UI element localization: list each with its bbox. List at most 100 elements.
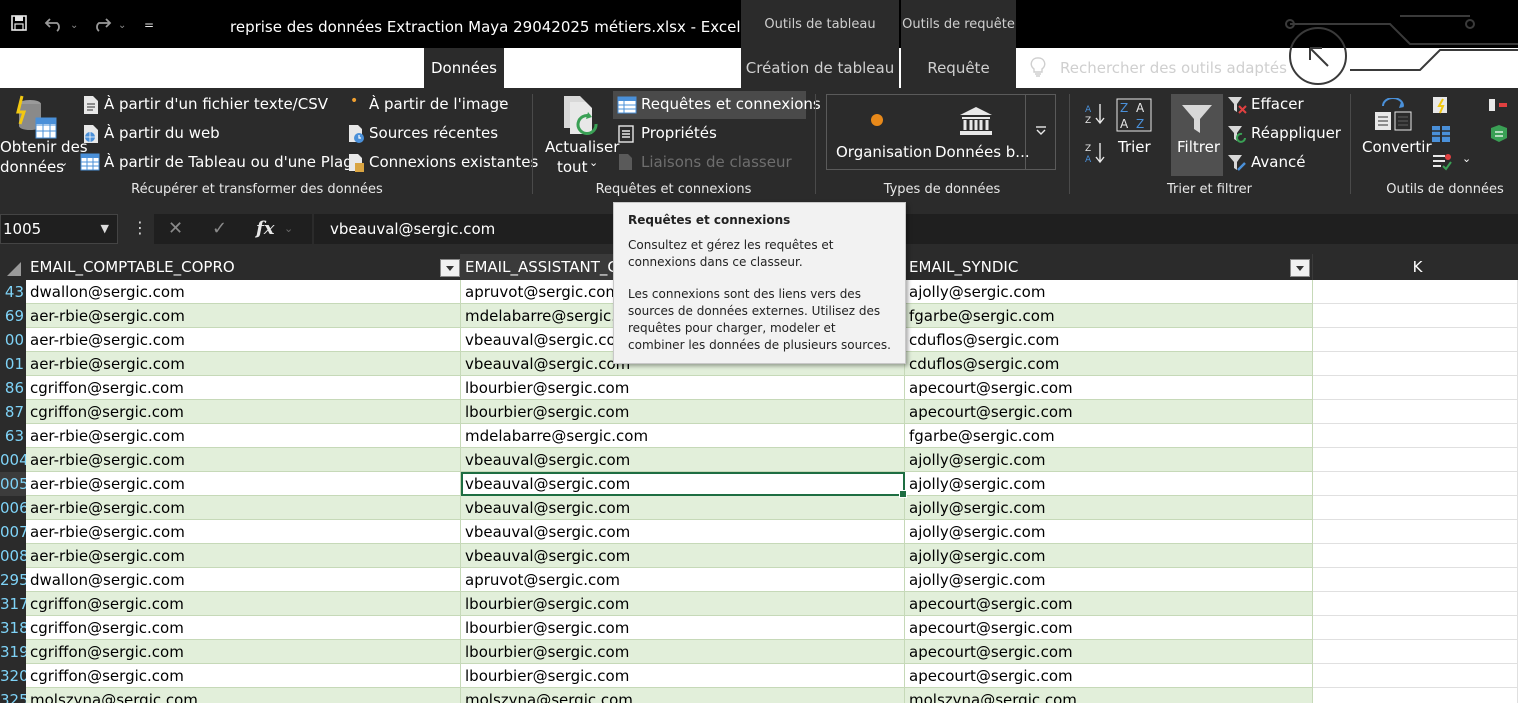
empty-cell[interactable]	[1313, 280, 1518, 304]
table-cell[interactable]: aer-rbie@sergic.com	[26, 544, 461, 568]
table-cell[interactable]: apruvot@sergic.com	[461, 568, 905, 592]
row-number[interactable]: 295	[0, 568, 26, 592]
tab-aide[interactable]: Aide	[682, 48, 734, 88]
undo-icon[interactable]	[44, 14, 66, 36]
empty-cell[interactable]	[1313, 400, 1518, 424]
tab-insertion[interactable]: Insertion	[140, 48, 214, 88]
table-cell[interactable]: vbeauval@sergic.com	[461, 496, 905, 520]
table-cell[interactable]: fgarbe@sergic.com	[905, 424, 1313, 448]
empty-cell[interactable]	[1313, 448, 1518, 472]
table-cell[interactable]: ajolly@sergic.com	[905, 448, 1313, 472]
row-number[interactable]: 320	[0, 664, 26, 688]
tab-donnees[interactable]: Données	[424, 48, 504, 88]
table-cell[interactable]: apecourt@sergic.com	[905, 592, 1313, 616]
row-number[interactable]: 006	[0, 496, 26, 520]
empty-cell[interactable]	[1313, 352, 1518, 376]
row-number[interactable]: 317	[0, 592, 26, 616]
table-cell[interactable]: cgriffon@sergic.com	[26, 376, 461, 400]
row-number[interactable]: 325	[0, 688, 26, 703]
filter-dropdown-icon[interactable]	[440, 259, 460, 277]
table-cell[interactable]: aer-rbie@sergic.com	[26, 352, 461, 376]
data-validation-icon[interactable]	[1431, 152, 1453, 172]
column-header-email-comptable[interactable]: EMAIL_COMPTABLE_COPRO	[26, 254, 461, 280]
table-cell[interactable]: ajolly@sergic.com	[905, 280, 1313, 304]
table-cell[interactable]: ajolly@sergic.com	[905, 496, 1313, 520]
tab-fichier[interactable]: Fichier	[0, 48, 50, 88]
tab-creation-tableau[interactable]: Création de tableau	[741, 48, 899, 88]
filter-dropdown-icon[interactable]	[1290, 259, 1310, 277]
table-cell[interactable]: vbeauval@sergic.com	[461, 544, 905, 568]
redo-icon[interactable]	[90, 14, 112, 36]
tab-requete[interactable]: Requête	[901, 48, 1016, 88]
name-box-dropdown-icon[interactable]: ▼	[101, 215, 109, 243]
tab-revision[interactable]: Révision	[510, 48, 586, 88]
table-cell[interactable]: apecourt@sergic.com	[905, 664, 1313, 688]
more-options-icon[interactable]: ⋮	[132, 218, 148, 237]
table-cell[interactable]: ajolly@sergic.com	[905, 520, 1313, 544]
table-cell[interactable]: aer-rbie@sergic.com	[26, 328, 461, 352]
insert-function-icon[interactable]: fx	[256, 214, 274, 244]
table-cell[interactable]: apecourt@sergic.com	[905, 640, 1313, 664]
table-cell[interactable]: molszyna@sergic.com	[905, 688, 1313, 703]
row-number[interactable]: 87	[0, 400, 26, 424]
table-cell[interactable]: cduflos@sergic.com	[905, 352, 1313, 376]
table-cell[interactable]: lbourbier@sergic.com	[461, 400, 905, 424]
table-cell[interactable]: lbourbier@sergic.com	[461, 664, 905, 688]
table-cell[interactable]: vbeauval@sergic.com	[461, 520, 905, 544]
table-cell[interactable]: aer-rbie@sergic.com	[26, 424, 461, 448]
empty-cell[interactable]	[1313, 640, 1518, 664]
enter-check-icon[interactable]: ✓	[212, 214, 227, 244]
row-number[interactable]: 318	[0, 616, 26, 640]
empty-cell[interactable]	[1313, 568, 1518, 592]
table-cell[interactable]: lbourbier@sergic.com	[461, 592, 905, 616]
table-cell[interactable]: mdelabarre@sergic.com	[461, 424, 905, 448]
empty-cell[interactable]	[1313, 496, 1518, 520]
queries-connections-button[interactable]: Requêtes et connexions	[613, 91, 821, 119]
table-cell[interactable]: cgriffon@sergic.com	[26, 616, 461, 640]
row-number[interactable]: 63	[0, 424, 26, 448]
tab-accueil[interactable]: Accueil	[62, 48, 132, 88]
row-number[interactable]: 004	[0, 448, 26, 472]
empty-cell[interactable]	[1313, 688, 1518, 703]
row-number[interactable]: 86	[0, 376, 26, 400]
name-box[interactable]: 1005 ▼	[0, 214, 118, 244]
table-cell[interactable]: lbourbier@sergic.com	[461, 640, 905, 664]
tab-affichage[interactable]: Affichage	[592, 48, 676, 88]
empty-cell[interactable]	[1313, 376, 1518, 400]
table-cell[interactable]: vbeauval@sergic.com	[461, 472, 905, 496]
table-cell[interactable]: fgarbe@sergic.com	[905, 304, 1313, 328]
row-number[interactable]: 008	[0, 544, 26, 568]
table-cell[interactable]: aer-rbie@sergic.com	[26, 448, 461, 472]
table-cell[interactable]: cgriffon@sergic.com	[26, 400, 461, 424]
remove-duplicates-icon[interactable]	[1431, 124, 1451, 144]
tab-mise-en-page[interactable]: Mise en page	[222, 48, 332, 88]
empty-cell[interactable]	[1313, 544, 1518, 568]
redo-dropdown-icon[interactable]: ⌄	[118, 20, 126, 31]
empty-cell[interactable]	[1313, 592, 1518, 616]
empty-cell[interactable]	[1313, 424, 1518, 448]
consolidate-icon[interactable]	[1487, 95, 1509, 115]
table-cell[interactable]: molszyna@sergic.com	[26, 688, 461, 703]
empty-cell[interactable]	[1313, 304, 1518, 328]
row-number[interactable]: 01	[0, 352, 26, 376]
row-number[interactable]: 005	[0, 472, 26, 496]
column-header-k[interactable]: K	[1313, 254, 1518, 280]
table-cell[interactable]: apecourt@sergic.com	[905, 616, 1313, 640]
row-number[interactable]: 319	[0, 640, 26, 664]
table-cell[interactable]: lbourbier@sergic.com	[461, 376, 905, 400]
table-cell[interactable]: aer-rbie@sergic.com	[26, 304, 461, 328]
table-cell[interactable]: lbourbier@sergic.com	[461, 616, 905, 640]
row-number[interactable]: 00	[0, 328, 26, 352]
table-cell[interactable]: cduflos@sergic.com	[905, 328, 1313, 352]
cancel-icon[interactable]: ✕	[168, 214, 183, 244]
table-cell[interactable]: molszyna@sergic.com	[461, 688, 905, 703]
table-cell[interactable]: aer-rbie@sergic.com	[26, 472, 461, 496]
tell-me-search[interactable]: Rechercher des outils adaptés	[1030, 48, 1287, 88]
data-validation-chevron-icon[interactable]: ⌄	[1462, 152, 1471, 165]
empty-cell[interactable]	[1313, 328, 1518, 352]
row-number[interactable]: 69	[0, 304, 26, 328]
table-cell[interactable]: vbeauval@sergic.com	[461, 448, 905, 472]
function-dropdown-icon[interactable]: ⌄	[284, 214, 293, 244]
flash-fill-icon[interactable]	[1431, 95, 1451, 115]
table-cell[interactable]: aer-rbie@sergic.com	[26, 496, 461, 520]
